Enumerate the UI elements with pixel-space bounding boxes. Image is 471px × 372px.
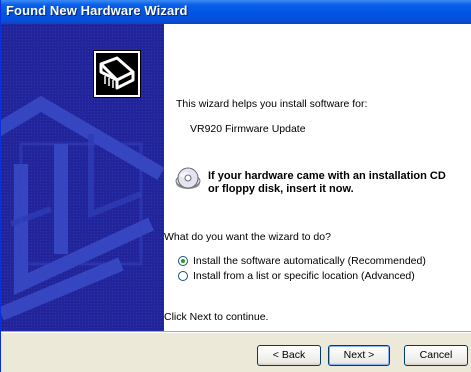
window-title: Found New Hardware Wizard [6, 3, 188, 18]
footer-text: Click Next to continue. [164, 311, 269, 323]
radio-install-from-list[interactable] [178, 271, 188, 281]
cancel-button[interactable]: Cancel [404, 345, 468, 366]
option-advanced-label[interactable]: Install from a list or specific location… [193, 270, 415, 282]
button-area-divider-highlight [1, 332, 471, 333]
cd-notice-line2: or floppy disk, insert it now. [208, 183, 354, 195]
title-bar[interactable]: Found New Hardware Wizard [1, 0, 471, 24]
wizard-question: What do you want the wizard to do? [164, 231, 331, 243]
hardware-card-icon [93, 50, 141, 98]
intro-text: This wizard helps you install software f… [176, 98, 368, 110]
radio-install-automatically[interactable] [178, 256, 188, 266]
wizard-window: Found New Hardware Wizard This wizard he… [0, 0, 471, 372]
device-name: VR920 Firmware Update [190, 123, 306, 135]
next-button[interactable]: Next > [328, 345, 390, 366]
cd-notice-line1: If your hardware came with an installati… [208, 170, 446, 182]
cd-disc-icon [175, 167, 201, 189]
option-automatic-label[interactable]: Install the software automatically (Reco… [193, 255, 426, 267]
back-button[interactable]: < Back [257, 345, 321, 366]
